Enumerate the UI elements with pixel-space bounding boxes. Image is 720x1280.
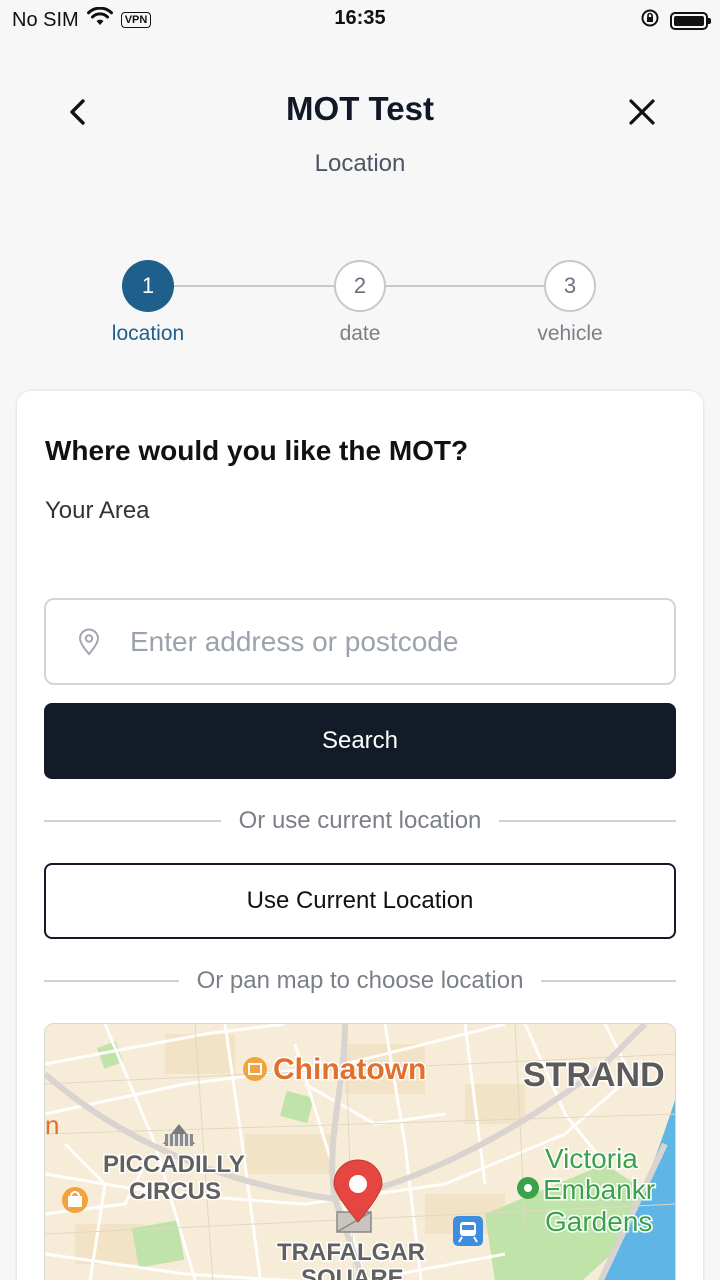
map-label-square: SQUARE <box>301 1265 404 1280</box>
map-divider: Or pan map to choose location <box>44 966 677 996</box>
address-input[interactable] <box>130 625 650 658</box>
map-label-circus: CIRCUS <box>129 1178 221 1205</box>
location-pin-icon <box>78 627 102 657</box>
map-label-victoria: Victoria <box>545 1143 638 1174</box>
map-label-strand: STRAND <box>523 1056 665 1094</box>
close-icon <box>629 99 655 125</box>
card-heading: Where would you like the MOT? <box>45 435 469 466</box>
step-connector <box>174 285 334 287</box>
map-label-piccadilly: PICCADILLY <box>103 1151 245 1178</box>
chinatown-poi-icon <box>243 1057 267 1081</box>
use-current-location-button[interactable]: Use Current Location <box>44 863 676 939</box>
battery-icon <box>670 11 711 30</box>
park-icon <box>517 1177 539 1199</box>
divider-text: Or pan map to choose location <box>196 967 524 994</box>
map-label-embankment: Embankr <box>543 1174 655 1205</box>
step-3-label: vehicle <box>537 322 603 345</box>
search-button[interactable]: Search <box>44 703 676 779</box>
step-1-label: location <box>111 322 185 345</box>
map-label-gardens: Gardens <box>545 1206 652 1237</box>
map-canvas[interactable]: n Chinatown STRAND PICCADILLY CIRCUS Vic… <box>45 1024 676 1280</box>
close-button[interactable] <box>622 92 662 132</box>
transit-icon <box>453 1216 483 1246</box>
location-map[interactable]: n Chinatown STRAND PICCADILLY CIRCUS Vic… <box>44 1023 676 1280</box>
shopping-icon <box>62 1187 88 1213</box>
step-2-label: date <box>339 322 381 345</box>
address-field[interactable] <box>44 598 676 685</box>
current-location-divider: Or use current location <box>44 806 676 836</box>
page-title: MOT Test <box>286 90 434 127</box>
divider-text: Or use current location <box>238 807 482 834</box>
step-2-indicator: 2 <box>334 260 386 312</box>
orientation-lock-icon <box>640 8 660 33</box>
step-connector <box>386 285 544 287</box>
map-label-edge: n <box>45 1110 59 1140</box>
step-1-indicator: 1 <box>122 260 174 312</box>
status-time: 16:35 <box>334 7 386 29</box>
status-right <box>640 8 711 33</box>
status-bar: No SIM VPN 16:35 <box>0 0 720 38</box>
progress-stepper: 1 2 3 location date vehicle <box>0 260 720 350</box>
map-label-chinatown: Chinatown <box>273 1053 426 1086</box>
area-label: Your Area <box>45 497 150 524</box>
location-card: Where would you like the MOT? Your Area … <box>17 391 703 1280</box>
map-label-trafalgar: TRAFALGAR <box>277 1239 425 1266</box>
page-subtitle: Location <box>314 150 406 177</box>
step-3-indicator: 3 <box>544 260 596 312</box>
